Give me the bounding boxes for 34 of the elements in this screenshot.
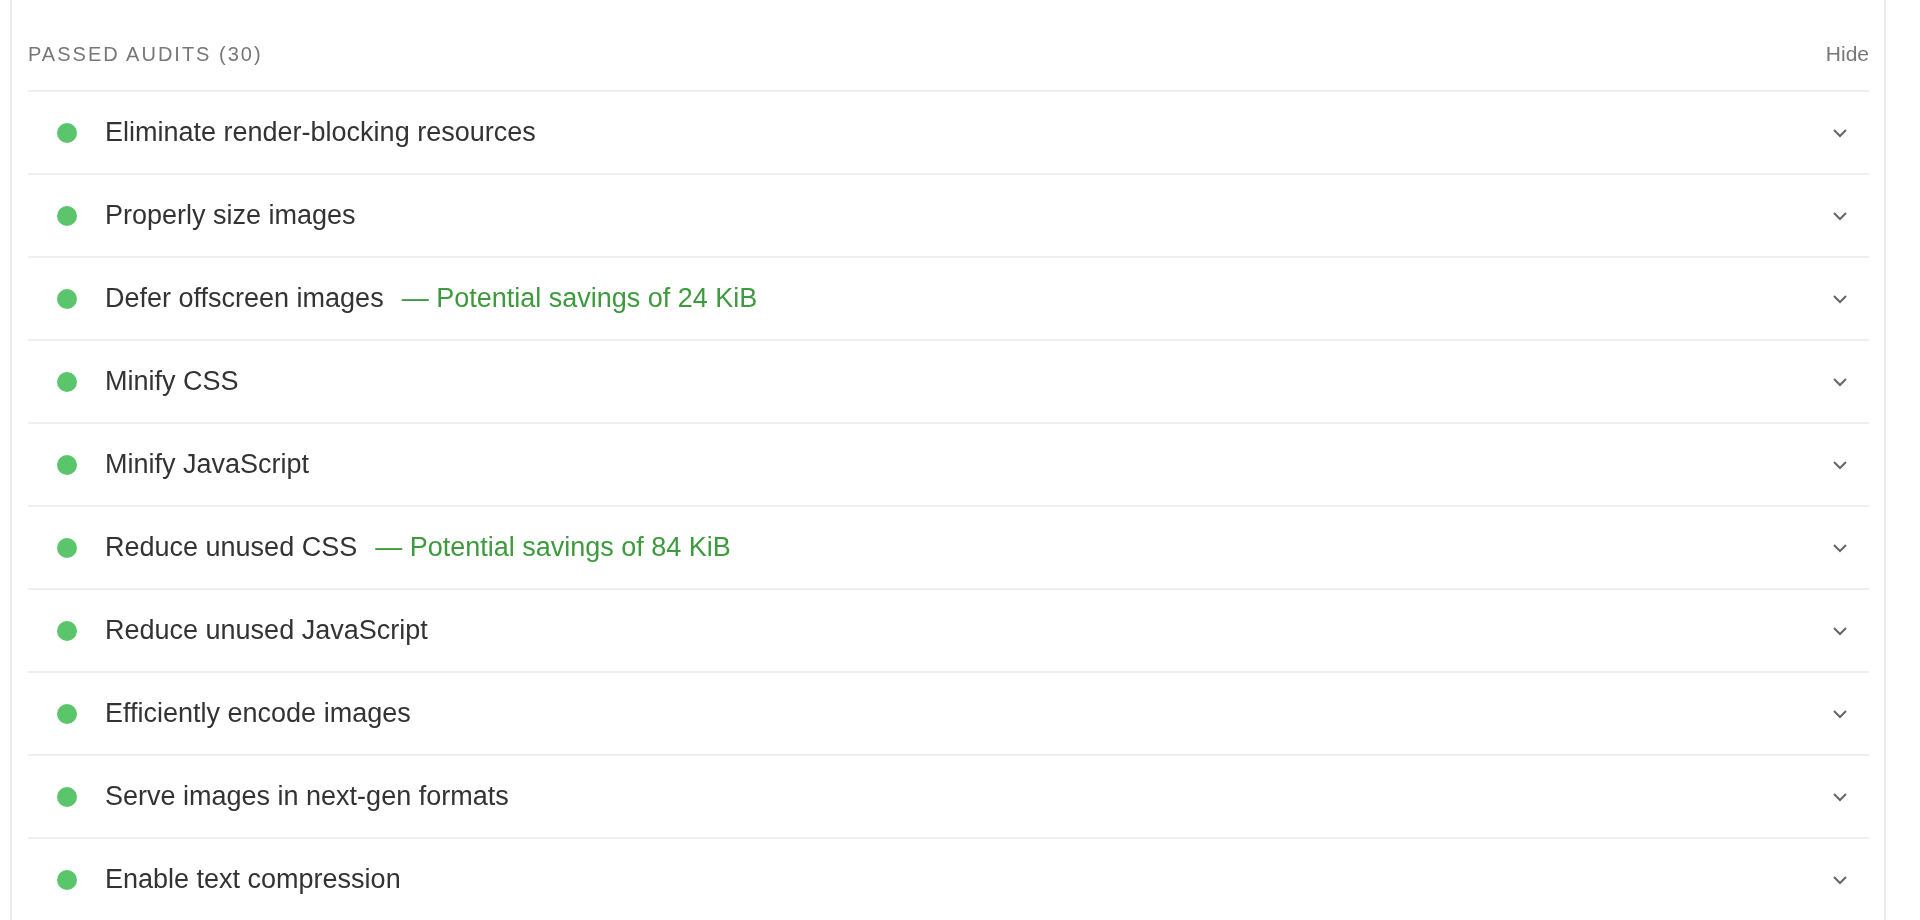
audit-title: Minify JavaScript	[105, 448, 310, 482]
chevron-icon[interactable]	[1831, 790, 1849, 803]
audit-row[interactable]: Eliminate render-blocking resources	[28, 92, 1869, 175]
audit-row[interactable]: Reduce unused JavaScript	[28, 590, 1869, 673]
chevron-icon[interactable]	[1831, 624, 1849, 637]
audit-title: Eliminate render-blocking resources	[105, 116, 536, 150]
savings-text: — Potential savings of 24 KiB	[401, 282, 758, 316]
hide-link[interactable]: Hide	[1825, 38, 1869, 70]
chevron-icon[interactable]	[1831, 541, 1849, 554]
audit-row[interactable]: Minify CSS	[28, 341, 1869, 424]
audit-title: Defer offscreen images	[105, 282, 384, 316]
audit-row[interactable]: Efficiently encode images	[28, 673, 1869, 756]
audit-title: Reduce unused CSS	[105, 531, 358, 565]
audit-title: Minify CSS	[105, 365, 239, 399]
audit-row[interactable]: Reduce unused CSS — Potential savings of 84 KiB	[28, 507, 1869, 590]
chevron-icon[interactable]	[1831, 292, 1849, 305]
audit-title: Properly size images	[105, 199, 356, 233]
audit-row[interactable]: Properly size images	[28, 175, 1869, 258]
chevron-icon[interactable]	[1831, 375, 1849, 388]
audit-title: Reduce unused JavaScript	[105, 614, 428, 648]
section-title: PASSED AUDITS (30)	[28, 42, 263, 67]
audit-title: Serve images in next-gen formats	[105, 780, 509, 814]
savings-text: — Potential savings of 84 KiB	[375, 531, 731, 565]
audit-row[interactable]: Enable text compression	[28, 839, 1869, 920]
audit-row[interactable]: Defer offscreen images — Potential savings of 24 KiB	[28, 258, 1869, 341]
chevron-icon[interactable]	[1831, 209, 1849, 222]
chevron-icon[interactable]	[1831, 126, 1849, 139]
audit-title: Efficiently encode images	[105, 697, 411, 731]
chevron-icon[interactable]	[1831, 707, 1849, 720]
chevron-icon[interactable]	[1831, 458, 1849, 471]
chevron-icon[interactable]	[1831, 873, 1849, 886]
audit-title: Enable text compression	[105, 863, 401, 897]
audit-row[interactable]: Minify JavaScript	[28, 424, 1869, 507]
audit-row[interactable]: Serve images in next-gen formats	[28, 756, 1869, 839]
